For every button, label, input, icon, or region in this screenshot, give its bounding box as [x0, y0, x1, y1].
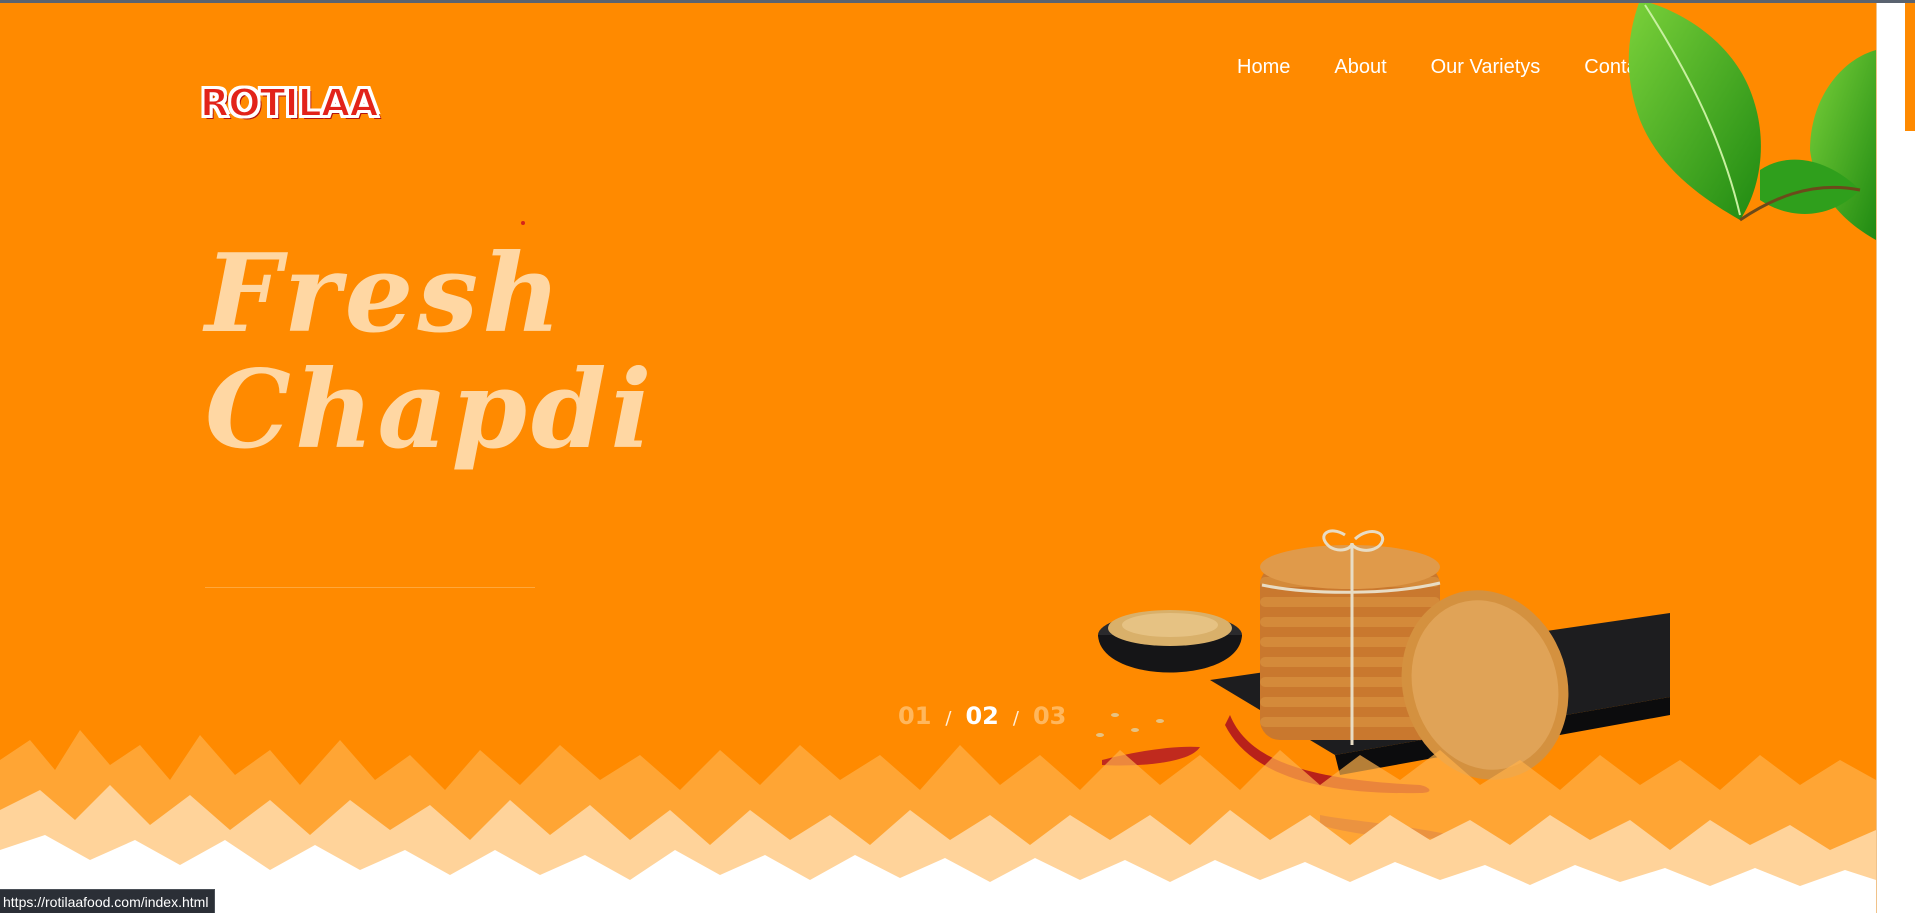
- scrollbar-edge: [1876, 0, 1877, 913]
- decor-dot: [521, 221, 525, 225]
- hero-title: Fresh Chapdi: [205, 236, 656, 468]
- hero-section: ROTILAA Home About Our Varietys Contact …: [0, 0, 1876, 913]
- scrollbar-thumb[interactable]: [1905, 3, 1915, 131]
- browser-top-border: [0, 0, 1915, 3]
- nav-item-home[interactable]: Home: [1237, 56, 1290, 79]
- nav-item-our-varietys[interactable]: Our Varietys: [1431, 56, 1541, 79]
- logo-text: ROTILAA: [199, 80, 380, 126]
- leaves-icon: [1628, 0, 1876, 240]
- brand-logo[interactable]: ROTILAA: [199, 80, 380, 126]
- status-bar-url: https://rotilaafood.com/index.html: [0, 889, 216, 913]
- paint-splash-divider: [0, 730, 1876, 913]
- nav-item-about[interactable]: About: [1334, 56, 1386, 79]
- hero-title-line-1: Fresh: [205, 231, 565, 357]
- hero-title-line-2: Chapdi: [205, 347, 656, 473]
- hero-divider: [205, 587, 535, 588]
- scrollbar-track[interactable]: [1876, 0, 1915, 913]
